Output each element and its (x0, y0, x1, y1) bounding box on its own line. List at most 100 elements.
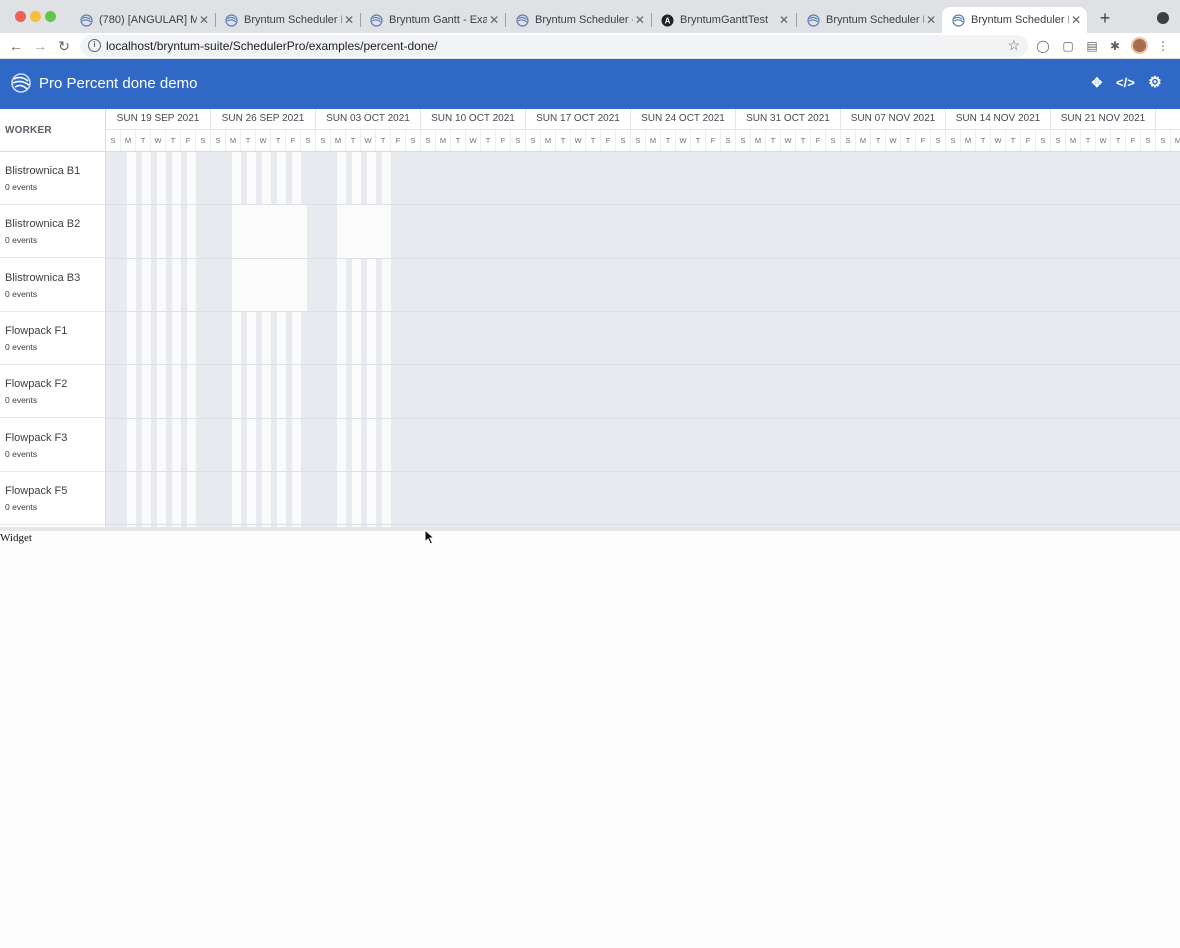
site-info-icon[interactable]: i (88, 39, 101, 52)
bookmark-star-icon[interactable]: ☆ (1007, 37, 1020, 54)
day-header-cell: F (181, 130, 196, 151)
resource-name: Flowpack F2 (5, 378, 68, 391)
row-divider (106, 310, 1180, 312)
forward-icon[interactable]: → (31, 37, 49, 55)
week-header-cell[interactable]: SUN 21 NOV 2021 (1051, 109, 1156, 130)
day-header-cell: T (766, 130, 781, 151)
tab-close-icon[interactable]: ✕ (633, 13, 647, 27)
day-header-cell: S (211, 130, 226, 151)
code-icon[interactable]: </> (1116, 74, 1135, 92)
day-header-cell: S (196, 130, 211, 151)
day-header-cell: S (526, 130, 541, 151)
day-header-cell: W (991, 130, 1006, 151)
day-header-cell: T (1081, 130, 1096, 151)
resource-name: Flowpack F1 (5, 324, 68, 337)
tab-close-icon[interactable]: ✕ (487, 13, 501, 27)
resource-row[interactable]: Blistrownica B3 0 events (0, 259, 105, 312)
app-title: Pro Percent done demo (39, 75, 198, 92)
week-header-cell[interactable]: SUN 10 OCT 2021 (421, 109, 526, 130)
resource-row[interactable]: Blistrownica B1 0 events (0, 152, 105, 205)
week-header-cell[interactable]: SU (1156, 109, 1180, 130)
tab-close-icon[interactable]: ✕ (197, 13, 211, 27)
day-header-cell: S (301, 130, 316, 151)
day-header-cell: F (496, 130, 511, 151)
week-header-cell[interactable]: SUN 03 OCT 2021 (316, 109, 421, 130)
browser-tab[interactable]: Bryntum Scheduler - A✕ (506, 7, 651, 33)
resource-name: Blistrownica B2 (5, 218, 81, 231)
week-header-cell[interactable]: SUN 26 SEP 2021 (211, 109, 316, 130)
angular-favicon-icon: A (661, 14, 674, 27)
close-window-button[interactable] (15, 11, 26, 22)
tab-close-icon[interactable]: ✕ (776, 13, 792, 27)
week-header-cell[interactable]: SUN 14 NOV 2021 (946, 109, 1051, 130)
maximize-window-button[interactable] (45, 11, 56, 22)
tab-close-icon[interactable]: ✕ (924, 13, 938, 27)
day-header-cell: S (1156, 130, 1171, 151)
resource-row[interactable]: Flowpack F5 0 events (0, 472, 105, 525)
new-tab-button[interactable]: + (1096, 8, 1114, 28)
browser-tab-title: Bryntum Gantt - Examp (389, 14, 488, 26)
worker-column-header[interactable]: WORKER (0, 109, 105, 152)
day-header-cell: W (256, 130, 271, 151)
tab-close-icon[interactable]: ✕ (342, 13, 356, 27)
svg-text:A: A (665, 16, 671, 25)
extensions-puzzle-icon[interactable]: ✱ (1107, 38, 1123, 54)
resource-row[interactable]: Blistrownica B2 0 events (0, 205, 105, 259)
resource-row[interactable]: Flowpack F2 0 events (0, 365, 105, 419)
day-header-cell: F (916, 130, 931, 151)
splitter-bar[interactable] (0, 527, 1180, 531)
day-header-cell: S (106, 130, 121, 151)
day-header-cell: S (946, 130, 961, 151)
browser-tab[interactable]: (780) [ANGULAR] Mov✕ (70, 7, 215, 33)
profile-avatar[interactable] (1131, 37, 1148, 54)
day-header-cell: T (871, 130, 886, 151)
row-divider (106, 417, 1180, 419)
tab-search-icon[interactable] (1157, 12, 1169, 24)
day-header-cell: S (511, 130, 526, 151)
day-header-cell: T (166, 130, 181, 151)
gear-icon[interactable]: ⚙ (1146, 74, 1164, 92)
day-header-cell: T (241, 130, 256, 151)
resource-event-count: 0 events (5, 182, 38, 192)
worker-column-label: WORKER (5, 125, 52, 136)
browser-tab[interactable]: A BryntumGanttTest ✕ (651, 7, 796, 33)
back-icon[interactable]: ← (7, 37, 25, 55)
reading-list-icon[interactable]: ▤ (1084, 38, 1100, 54)
schedule-area[interactable] (106, 152, 1180, 527)
move-arrows-icon[interactable]: ✥ (1088, 74, 1106, 92)
week-header-cell[interactable]: SUN 07 NOV 2021 (841, 109, 946, 130)
reload-icon[interactable]: ↻ (55, 37, 73, 55)
day-header-cell: W (1096, 130, 1111, 151)
browser-tab[interactable]: Bryntum Gantt - Examp✕ (360, 7, 505, 33)
bryntum-logo-icon (11, 73, 31, 93)
bryntum-favicon-icon (952, 13, 965, 27)
week-header-cell[interactable]: SUN 19 SEP 2021 (106, 109, 211, 130)
browser-tab[interactable]: Bryntum Scheduler Pro✕ (215, 7, 360, 33)
extension-icon[interactable]: ◯ (1035, 38, 1051, 54)
resource-row[interactable]: Flowpack F1 0 events (0, 312, 105, 365)
browser-tab[interactable]: Bryntum Scheduler Pro✕ (797, 7, 942, 33)
resource-row[interactable]: Flowpack F3 0 events (0, 419, 105, 472)
day-header-cell: S (616, 130, 631, 151)
week-header-cell[interactable]: SUN 31 OCT 2021 (736, 109, 841, 130)
browser-tab-title: Bryntum Scheduler Pro (244, 14, 342, 26)
resource-name: Flowpack F3 (5, 431, 68, 444)
resource-event-count: 0 events (5, 235, 38, 246)
browser-menu-icon[interactable]: ⋮ (1155, 38, 1171, 54)
browser-tab-title: Bryntum Scheduler - A (535, 14, 633, 26)
browser-tab[interactable]: Bryntum Scheduler Pro✕ (942, 7, 1087, 33)
reader-extension-icon[interactable]: ▢ (1060, 38, 1076, 54)
address-url[interactable]: localhost/bryntum-suite/SchedulerPro/exa… (106, 39, 438, 53)
resource-name: Blistrownica B1 (5, 165, 81, 177)
day-header-cell: T (556, 130, 571, 151)
bryntum-favicon-icon (807, 13, 820, 27)
address-bar[interactable]: i localhost/bryntum-suite/SchedulerPro/e… (80, 35, 1028, 57)
day-header-cell: M (1066, 130, 1081, 151)
day-header-cell: S (841, 130, 856, 151)
tab-close-icon[interactable]: ✕ (1069, 13, 1083, 27)
week-header-cell[interactable]: SUN 24 OCT 2021 (631, 109, 736, 130)
minimize-window-button[interactable] (30, 11, 41, 22)
day-header-cell: T (1006, 130, 1021, 151)
bryntum-favicon-icon (225, 13, 238, 27)
week-header-cell[interactable]: SUN 17 OCT 2021 (526, 109, 631, 130)
